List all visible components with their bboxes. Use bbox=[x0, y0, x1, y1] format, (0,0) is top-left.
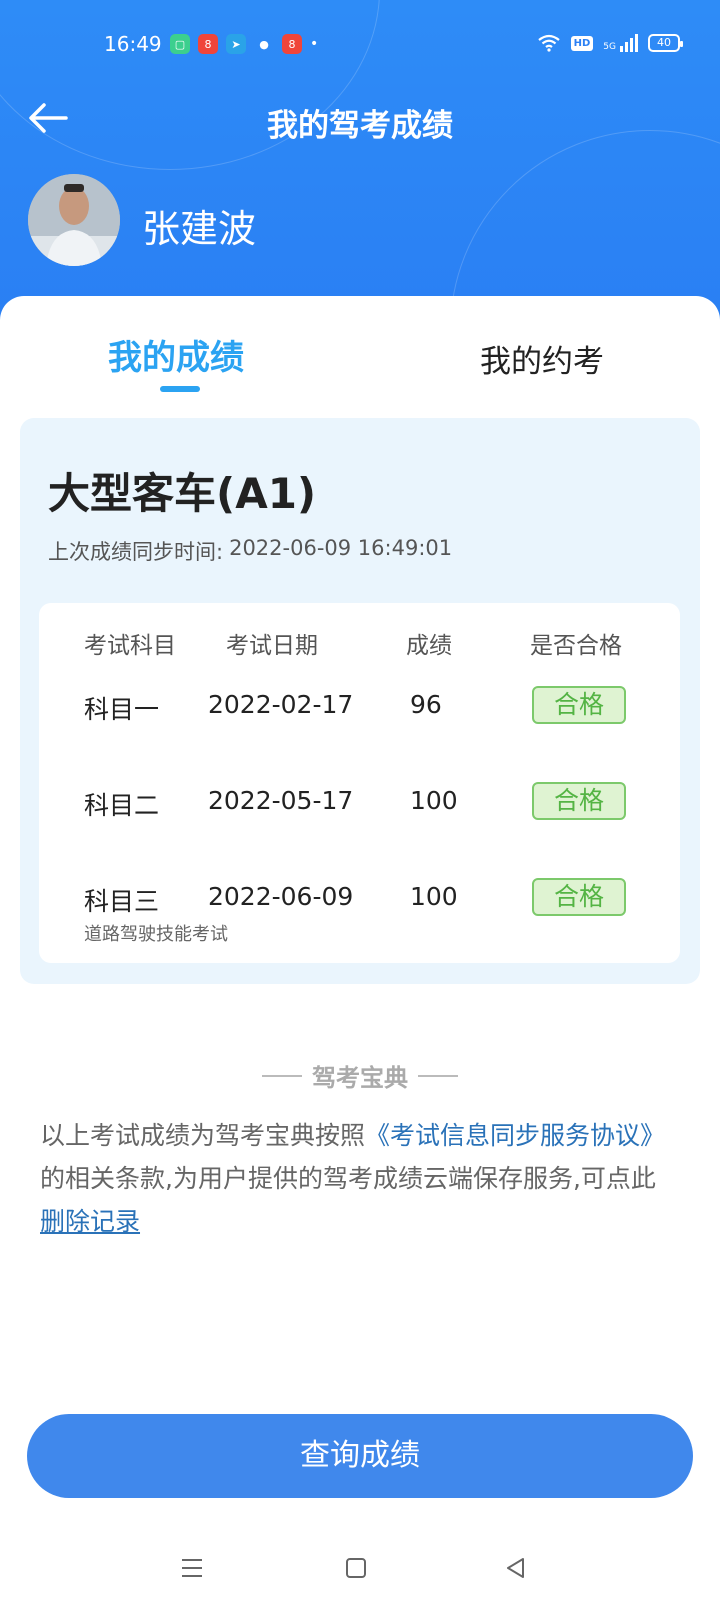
row-score: 96 bbox=[410, 690, 442, 719]
page-title: 我的驾考成绩 bbox=[267, 108, 453, 144]
wifi-icon bbox=[537, 34, 560, 52]
delete-record-link[interactable]: 删除记录 bbox=[40, 1207, 140, 1236]
brand-divider: 驾考宝典 bbox=[0, 1058, 720, 1093]
row-score: 100 bbox=[410, 786, 458, 815]
agreement-text: 以上考试成绩为驾考宝典按照《考试信息同步服务协议》的相关条款,为用户提供的驾考成… bbox=[40, 1114, 680, 1243]
tab-indicator bbox=[160, 386, 200, 392]
chat-bubble-icon: ● bbox=[259, 37, 269, 51]
status-time: 16:49 bbox=[104, 32, 162, 56]
back-triangle-icon bbox=[507, 1558, 524, 1578]
hd-badge: HD bbox=[570, 35, 594, 51]
network-type: 5G bbox=[603, 42, 616, 52]
query-score-button[interactable]: 查询成绩 bbox=[27, 1414, 693, 1498]
menu-icon bbox=[182, 1559, 202, 1577]
home-nav-button[interactable] bbox=[336, 1548, 376, 1588]
home-square-icon bbox=[346, 1558, 366, 1578]
tab-my-scores[interactable]: 我的成绩 bbox=[108, 330, 244, 379]
row-date: 2022-06-09 bbox=[208, 882, 354, 911]
divider-line bbox=[418, 1074, 458, 1077]
column-header-score: 成绩 bbox=[406, 633, 452, 659]
row-date: 2022-02-17 bbox=[208, 690, 354, 719]
app-store-icon: 8 bbox=[198, 34, 218, 54]
subject-note: 道路驾驶技能考试 bbox=[84, 924, 228, 945]
system-nav-bar bbox=[0, 1540, 720, 1590]
user-name: 张建波 bbox=[142, 207, 257, 251]
brand-name: 驾考宝典 bbox=[312, 1064, 408, 1092]
column-header-pass: 是否合格 bbox=[530, 633, 622, 659]
row-score: 100 bbox=[410, 882, 458, 911]
status-app-icons: ▢ 8 ➤ ● 8 • bbox=[170, 34, 318, 54]
app-store-icon: 8 bbox=[282, 34, 302, 54]
agreement-link[interactable]: 《考试信息同步服务协议》 bbox=[365, 1121, 665, 1150]
menu-nav-button[interactable] bbox=[172, 1548, 212, 1588]
sync-label: 上次成绩同步时间: bbox=[48, 540, 224, 564]
pass-badge: 合格 bbox=[532, 686, 626, 724]
notes-app-icon: ▢ bbox=[170, 34, 190, 54]
row-subject: 科目三 bbox=[84, 887, 160, 916]
pass-badge: 合格 bbox=[532, 878, 626, 916]
tab-my-appointments[interactable]: 我的约考 bbox=[480, 336, 604, 381]
sync-time: 2022-06-09 16:49:01 bbox=[229, 536, 453, 560]
avatar[interactable] bbox=[28, 174, 120, 266]
row-subject: 科目一 bbox=[84, 695, 160, 724]
user-photo bbox=[28, 174, 120, 266]
more-notifications-icon: • bbox=[310, 36, 319, 52]
sync-info: 上次成绩同步时间: 2022-06-09 16:49:01 bbox=[48, 536, 452, 566]
status-bar: 16:49 ▢ 8 ➤ ● 8 • HD 5G 40 bbox=[0, 28, 720, 64]
license-type: 大型客车(A1) bbox=[48, 469, 317, 518]
telegram-icon: ➤ bbox=[226, 34, 246, 54]
row-date: 2022-05-17 bbox=[208, 786, 354, 815]
signal-icon: 5G bbox=[603, 34, 638, 52]
pass-badge: 合格 bbox=[532, 782, 626, 820]
battery-icon: 40 bbox=[648, 34, 683, 52]
agreement-prefix: 以上考试成绩为驾考宝典按照 bbox=[40, 1121, 366, 1150]
column-header-subject: 考试科目 bbox=[84, 633, 176, 659]
back-nav-button[interactable] bbox=[496, 1548, 536, 1588]
agreement-middle: 的相关条款,为用户提供的驾考成绩云端保存服务,可点此 bbox=[40, 1164, 656, 1193]
row-subject: 科目二 bbox=[84, 791, 160, 820]
divider-line bbox=[262, 1074, 302, 1077]
status-indicators: HD 5G 40 bbox=[537, 34, 683, 52]
column-header-date: 考试日期 bbox=[226, 633, 318, 659]
